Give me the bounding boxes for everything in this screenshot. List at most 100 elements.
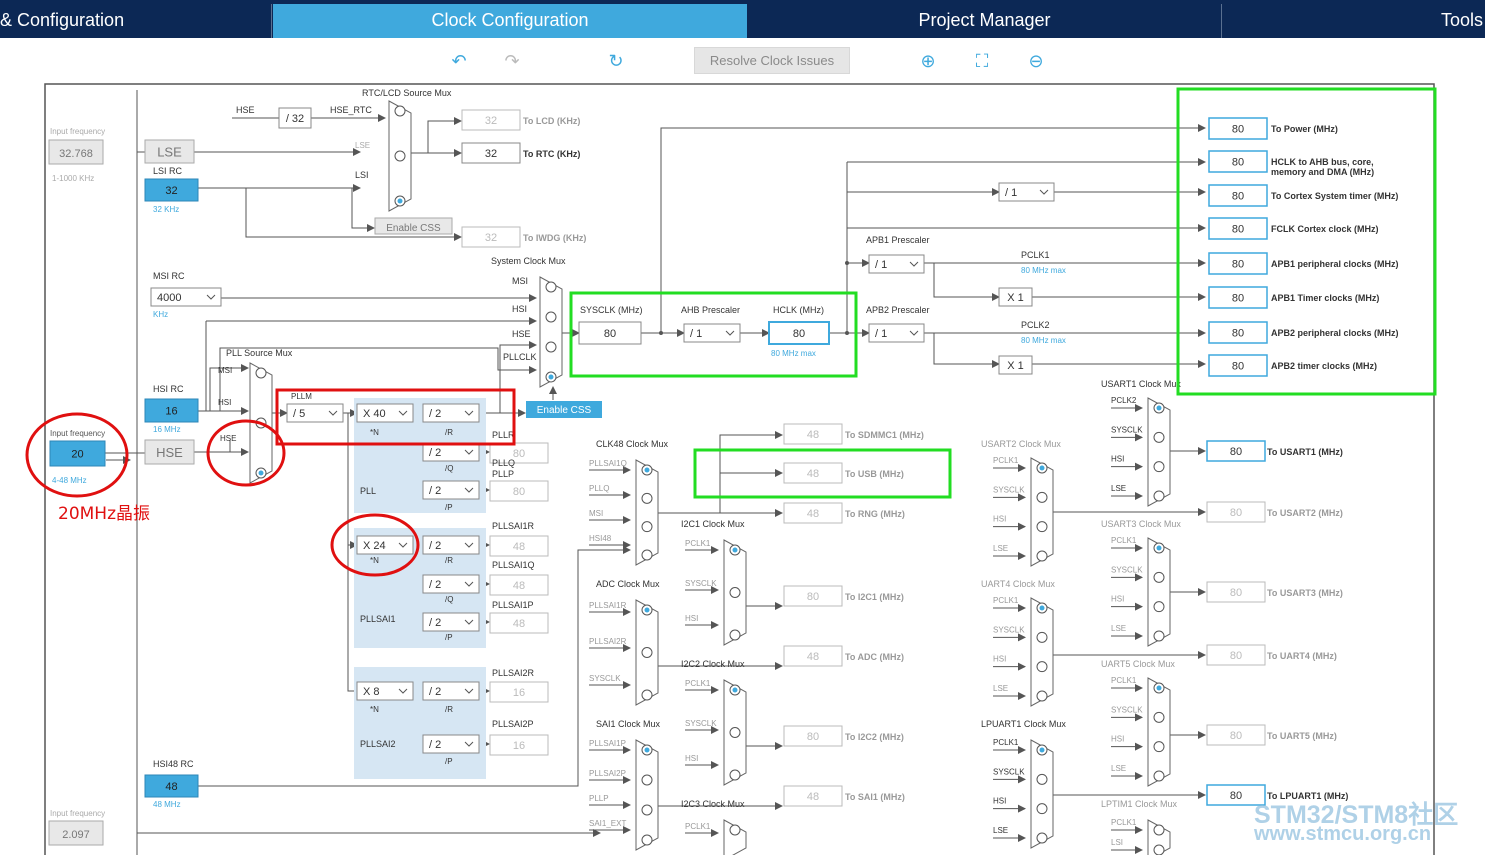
right-mux-4-radio-1[interactable] [1153,711,1165,723]
mid-mux-1-input-2: SYSCLK [589,674,621,683]
output-0-value-value: 80 [1232,124,1244,136]
right-mux-2-radio-3[interactable] [1153,630,1165,642]
mid-mux-0-radio-1[interactable] [729,587,741,598]
pllsai2r-out-label: PLLSAI2R [492,668,535,678]
bottom-frequency-input-value: 2.097 [62,829,90,841]
mid-mux-2-radio-2[interactable] [729,769,741,781]
sysclk-value-value: 80 [604,328,616,340]
right-mux-6-radio-1[interactable] [1153,844,1165,855]
pllsai2r-sub: /R [445,705,453,714]
right-mux-3-radio-1[interactable] [1036,631,1048,643]
pllr-sub: /R [445,428,453,437]
right-mux-1-radio-selected-0 [1039,465,1045,471]
hsi-unit: 16 MHz [153,425,181,434]
system-clock-mux-radio-2[interactable] [545,341,557,353]
sys-enable-css-label: Enable CSS [537,405,592,416]
mid-mux-2-radio-1[interactable] [729,727,741,738]
right-mux-0-input-2: HSI [1111,455,1124,464]
right-mux-5-input-0: PCLK1 [993,738,1019,747]
system-clock-mux-radio-1[interactable] [545,311,557,323]
pllsai1p-sub: /P [445,633,453,642]
right-mux-2 [1147,537,1171,647]
mid-mux-0-radio-2[interactable] [729,629,741,641]
right-mux-0-radio-2[interactable] [1153,461,1165,473]
pllsai1r-sub: /R [445,556,453,565]
clk48-mux-radio-3[interactable] [641,549,653,561]
right-mux-2-radio-1[interactable] [1153,571,1165,583]
right-mux-0-radio-1[interactable] [1153,431,1165,443]
mid-mux-3-radio-2[interactable] [641,804,653,816]
lse-frequency-input-value: 32.768 [59,148,93,160]
right-mux-1-radio-2[interactable] [1036,521,1048,533]
pllsai2p-select-value: / 2 [429,739,441,751]
pclk1-max: 80 MHz max [1021,266,1066,275]
right-mux-4-radio-selected-0 [1156,685,1162,691]
rtc-mux-radio-0[interactable] [394,105,406,117]
pllsai1n-sub: *N [370,556,379,565]
mid-mux-4-radio-0[interactable] [729,824,741,836]
rtc-hse-rtc-label: HSE_RTC [330,105,372,115]
periph-6-value-value: 48 [807,791,819,803]
msi-unit: KHz [153,310,168,319]
right-mux-2-radio-2[interactable] [1153,601,1165,613]
pllsai2p-value-value: 16 [513,740,525,752]
pllsai1p-value-value: 48 [513,618,525,630]
right-mux-2-title: USART3 Clock Mux [1101,519,1181,529]
right-mux-5-input-2: HSI [993,797,1006,806]
right-mux-4-input-1: SYSCLK [1111,705,1143,714]
right-mux-6-radio-0[interactable] [1153,824,1165,836]
right-mux-5-radio-1[interactable] [1036,773,1048,785]
mid-mux-1-radio-1[interactable] [641,647,653,658]
pll-source-mux-radio-0[interactable] [255,367,267,379]
clk48-mux-radio-1[interactable] [641,492,653,504]
clk48-mux-radio-2[interactable] [641,521,653,533]
pll-mux-input-hsi: HSI [218,398,231,407]
periph-1-label: To USB (MHz) [845,469,904,479]
output-1-label2: memory and DMA (MHz) [1271,167,1374,177]
right-mux-1-radio-1[interactable] [1036,491,1048,503]
apb1-timer-x1-value: X 1 [1007,292,1024,304]
system-clock-mux-radio-0[interactable] [545,281,557,293]
pllq-value-value: 80 [513,448,525,460]
periph-6-label: To SAI1 (MHz) [845,792,905,802]
apb1-prescaler-label: APB1 Prescaler [866,235,930,245]
pllq-sub: /Q [445,464,453,473]
pllm-select-value: / 5 [293,408,305,420]
sysclk-label: SYSCLK (MHz) [580,305,643,315]
pllp-select-value: / 2 [429,485,441,497]
plln-select-value: X 40 [363,408,386,420]
rtc-label: To RTC (KHz) [523,149,580,159]
rtc-mux-radio-1[interactable] [394,150,406,162]
right-mux-0-radio-3[interactable] [1153,490,1165,502]
clk48-mux-title: CLK48 Clock Mux [596,439,669,449]
clk48-input-2: MSI [589,509,603,518]
right-mux-4-radio-3[interactable] [1153,770,1165,782]
pllsai1q-select-value: / 2 [429,579,441,591]
right-mux-5-radio-selected-0 [1039,747,1045,753]
right-mux-1-input-0: PCLK1 [993,456,1019,465]
hsi-title: HSI RC [153,384,184,394]
lse-range: 1-1000 KHz [52,174,94,183]
hsi-value-value: 16 [165,406,177,418]
system-clock-mux-title: System Clock Mux [491,256,566,266]
right-mux-1-radio-3[interactable] [1036,550,1048,562]
sysclk-junction [659,331,663,335]
right-mux-4-radio-2[interactable] [1153,741,1165,753]
mid-mux-2-radio-selected-0 [732,687,738,693]
ahb-prescaler-label: AHB Prescaler [681,305,740,315]
right-mux-2-input-2: HSI [1111,595,1124,604]
bottom-input-label: Input frequency [50,809,105,818]
right-mux-5-radio-3[interactable] [1036,832,1048,844]
pllsai2r-value-value: 16 [513,687,525,699]
mid-mux-1-radio-2[interactable] [641,689,653,701]
mid-mux-3-radio-3[interactable] [641,834,653,846]
mid-mux-3-radio-1[interactable] [641,774,653,786]
sysmux-input-hse: HSE [512,329,531,339]
right-mux-3-radio-3[interactable] [1036,690,1048,702]
periph-1-value-value: 48 [807,468,819,480]
mid-mux-0-input-0: PCLK1 [685,539,711,548]
right-mux-5-radio-2[interactable] [1036,803,1048,815]
pllsai1n-select-value: X 24 [363,540,386,552]
right-mux-1-input-1: SYSCLK [993,485,1025,494]
right-mux-3-radio-2[interactable] [1036,661,1048,673]
